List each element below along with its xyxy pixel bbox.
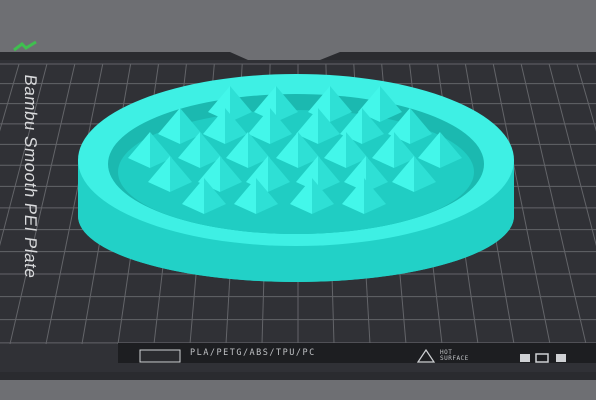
3d-viewport[interactable]: Bambu Smooth PEI Plate PLA/PETG/ABS/TPU/… — [0, 0, 596, 400]
model-spiked-dish[interactable] — [78, 74, 514, 282]
hot-surface-line2: SURFACE — [440, 355, 469, 362]
plate-corner-icon — [12, 40, 38, 54]
plate-label: Bambu Smooth PEI Plate — [21, 73, 40, 280]
hot-surface-warning: HOT SURFACE — [440, 350, 469, 362]
plate-materials-text: PLA/PETG/ABS/TPU/PC — [190, 348, 316, 358]
viewport-canvas[interactable] — [0, 0, 596, 400]
